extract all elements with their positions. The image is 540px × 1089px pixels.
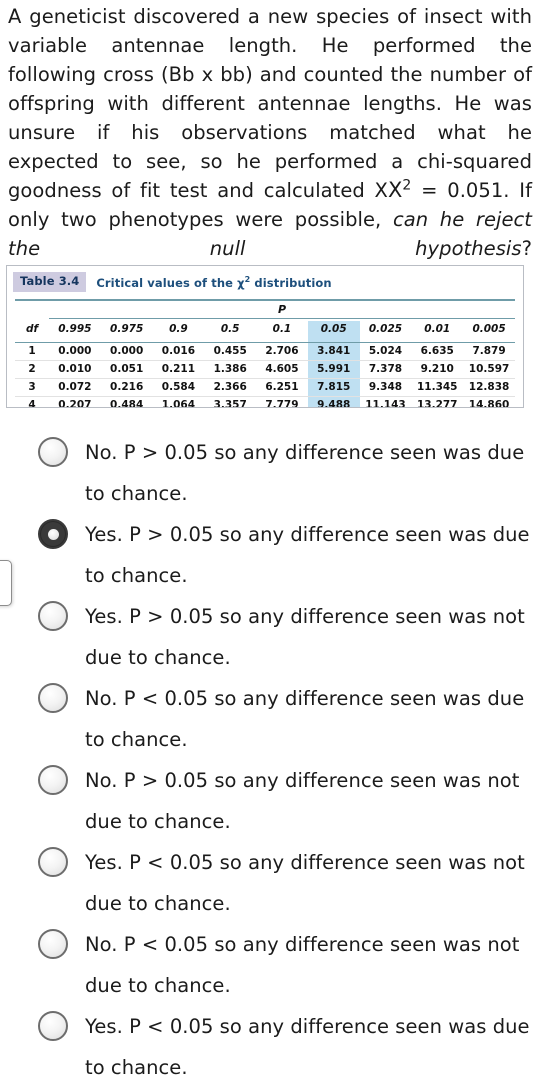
- cell-value: 4.605: [256, 360, 308, 379]
- cell-value: 0.211: [152, 360, 205, 379]
- cell-df: 3: [15, 378, 49, 397]
- cell-value: 2.706: [256, 342, 308, 361]
- cell-value: 1.386: [204, 360, 257, 379]
- header-p-01: 0.1: [272, 323, 292, 335]
- answer-options-list: No. P > 0.05 so any difference seen was …: [0, 432, 540, 1088]
- answer-option-label: Yes. P < 0.05 so any difference seen was…: [85, 851, 525, 915]
- table-caption-row: Table 3.4 Critical values of the χ2 dist…: [13, 271, 523, 293]
- header-p-001: 0.01: [424, 323, 451, 335]
- cell-value: 3.357: [204, 396, 257, 407]
- cell-value: 0.000: [100, 342, 153, 361]
- cell-value: 0.072: [49, 378, 101, 397]
- cell-value: 0.455: [204, 342, 257, 361]
- radio-button-icon[interactable]: [38, 929, 68, 959]
- cell-value: 13.277: [411, 396, 464, 407]
- answer-option-label: No. P > 0.05 so any difference seen was …: [85, 769, 520, 833]
- answer-option-4[interactable]: No. P < 0.05 so any difference seen was …: [0, 678, 540, 760]
- table-row: 4 0.207 0.484 1.064 3.357 7.779 9.488 11…: [15, 396, 515, 407]
- table-caption-text: Critical values of the χ2 distribution: [96, 275, 331, 290]
- caption-prefix: Critical values of the: [96, 275, 238, 290]
- table-row: 3 0.072 0.216 0.584 2.366 6.251 7.815 9.…: [15, 378, 515, 397]
- radio-button-icon[interactable]: [38, 437, 68, 467]
- answer-option-label: Yes. P > 0.05 so any difference seen was…: [85, 605, 525, 669]
- cell-value: 6.251: [256, 378, 308, 397]
- cell-value-highlighted: 3.841: [307, 342, 360, 361]
- cell-value: 0.010: [49, 360, 101, 379]
- answer-option-label: Yes. P < 0.05 so any difference seen was…: [85, 1015, 530, 1079]
- cell-value: 5.024: [359, 342, 412, 361]
- cell-value: 0.207: [49, 396, 101, 407]
- header-p-0025: 0.025: [368, 323, 403, 335]
- header-p-005-highlighted: 0.05: [307, 320, 360, 340]
- answer-option-8[interactable]: Yes. P < 0.05 so any difference seen was…: [0, 1006, 540, 1088]
- cell-value: 9.210: [411, 360, 464, 379]
- answer-option-5[interactable]: No. P > 0.05 so any difference seen was …: [0, 760, 540, 842]
- chi-greek-letter: χ: [237, 275, 245, 290]
- answer-option-label: No. P > 0.05 so any difference seen was …: [85, 441, 525, 505]
- cell-value-highlighted: 5.991: [307, 360, 360, 379]
- header-p-0995: 0.995: [58, 323, 92, 335]
- p-label-cell: P: [277, 302, 287, 316]
- cell-value: 6.635: [411, 342, 464, 361]
- cell-value: 0.016: [152, 342, 205, 361]
- cell-value: 11.345: [411, 378, 464, 397]
- cell-value: 9.348: [359, 378, 412, 397]
- question-stem: A geneticist discovered a new species of…: [8, 2, 532, 263]
- cell-value: 2.366: [204, 378, 257, 397]
- radio-button-icon[interactable]: [38, 765, 68, 795]
- radio-button-icon[interactable]: [38, 1011, 68, 1041]
- answer-option-2[interactable]: Yes. P > 0.05 so any difference seen was…: [0, 514, 540, 596]
- radio-button-icon[interactable]: [38, 847, 68, 877]
- cell-value: 14.860: [463, 396, 515, 407]
- chi-square-table-figure: Table 3.4 Critical values of the χ2 dist…: [6, 265, 524, 408]
- table-body-wrapper: P df 0.995 0.975 0.9 0.5 0.1 0.05 0.025 …: [15, 301, 515, 407]
- question-text-part1: A geneticist discovered a new species of…: [8, 5, 532, 202]
- cell-value: 1.064: [152, 396, 205, 407]
- cell-value: 12.838: [463, 378, 515, 397]
- answer-option-6[interactable]: Yes. P < 0.05 so any difference seen was…: [0, 842, 540, 924]
- caption-suffix: distribution: [250, 275, 332, 290]
- critical-values-table: P df 0.995 0.975 0.9 0.5 0.1 0.05 0.025 …: [15, 301, 515, 407]
- table-number-badge: Table 3.4: [13, 272, 87, 292]
- p-label-spacer: [15, 301, 49, 319]
- cell-value: 0.000: [49, 342, 101, 361]
- table-row: 1 0.000 0.000 0.016 0.455 2.706 3.841 5.…: [15, 342, 515, 361]
- cell-value: 0.216: [100, 378, 153, 397]
- cell-value: 7.879: [463, 342, 515, 361]
- answer-option-7[interactable]: No. P < 0.05 so any difference seen was …: [0, 924, 540, 1006]
- cell-df: 1: [15, 342, 49, 361]
- cell-df: 4: [15, 396, 49, 407]
- chi-symbol: X: [387, 178, 403, 202]
- table-row: 2 0.010 0.051 0.211 1.386 4.605 5.991 7.…: [15, 360, 515, 379]
- cell-value-highlighted: 9.488: [307, 396, 360, 407]
- cell-value: 7.378: [359, 360, 412, 379]
- p-label-row: P: [15, 301, 515, 319]
- answer-option-1[interactable]: No. P > 0.05 so any difference seen was …: [0, 432, 540, 514]
- cell-value: 0.484: [100, 396, 153, 407]
- radio-button-icon[interactable]: [38, 601, 68, 631]
- header-p-0005: 0.005: [472, 323, 506, 335]
- cell-value: 0.584: [152, 378, 205, 397]
- radio-button-icon[interactable]: [38, 683, 68, 713]
- cell-value: 10.597: [463, 360, 515, 379]
- cell-value: 0.051: [100, 360, 153, 379]
- cell-value: 7.779: [256, 396, 308, 407]
- cell-value: 11.143: [359, 396, 412, 407]
- answer-option-3[interactable]: Yes. P > 0.05 so any difference seen was…: [0, 596, 540, 678]
- answer-option-label: No. P < 0.05 so any difference seen was …: [85, 933, 520, 997]
- question-text-part3: ?: [521, 237, 532, 260]
- header-p-05: 0.5: [220, 323, 240, 335]
- header-df: df: [25, 323, 39, 335]
- table-header-row: df 0.995 0.975 0.9 0.5 0.1 0.05 0.025 0.…: [15, 320, 515, 340]
- header-p-0975: 0.975: [110, 323, 144, 335]
- cell-value-highlighted: 7.815: [307, 378, 360, 397]
- header-p-09: 0.9: [169, 323, 188, 335]
- cell-df: 2: [15, 360, 49, 379]
- answer-option-label: No. P < 0.05 so any difference seen was …: [85, 687, 525, 751]
- radio-button-icon-selected[interactable]: [38, 519, 68, 549]
- answer-option-label: Yes. P > 0.05 so any difference seen was…: [85, 523, 530, 587]
